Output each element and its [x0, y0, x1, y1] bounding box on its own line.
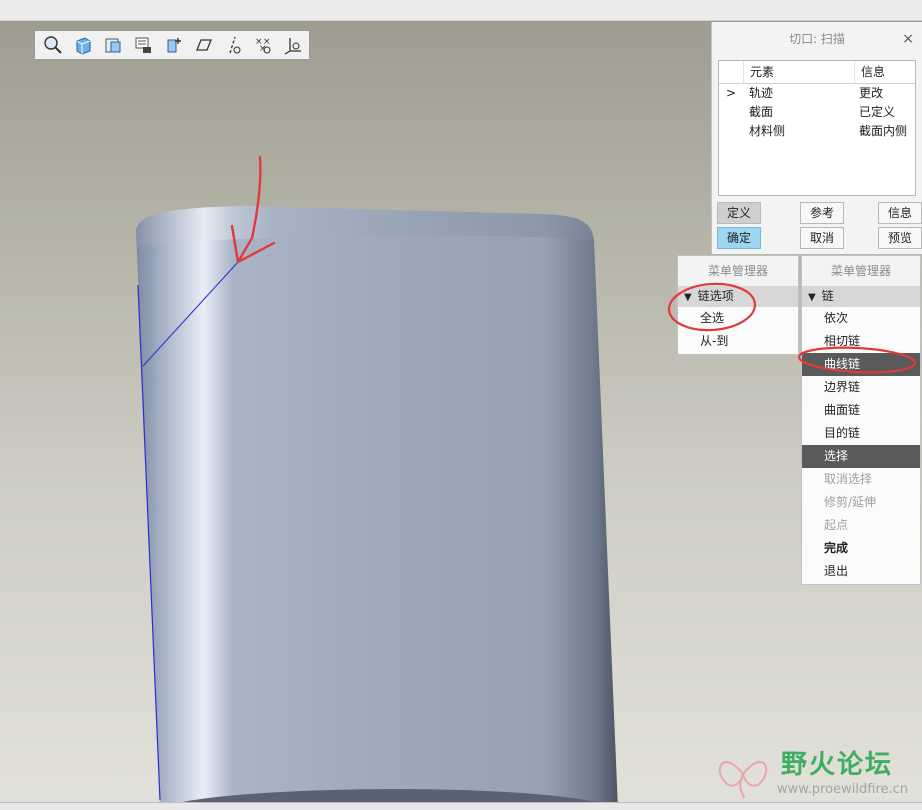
triangle-down-icon: ▼ — [684, 292, 692, 303]
current-row-marker: > — [725, 86, 737, 100]
element-name: 材料侧 — [749, 124, 786, 138]
element-name: 截面 — [749, 105, 774, 119]
menu-item-tangent-chain[interactable]: 相切链 — [802, 330, 920, 353]
ok-button[interactable]: 确定 — [717, 227, 761, 249]
element-table: 元素 信息 > 轨迹 更改 截面 已定义 材料侧 截面内侧 — [718, 60, 916, 196]
watermark-site-name: 野火论坛 — [781, 750, 894, 780]
datum-point-icon[interactable] — [159, 33, 187, 57]
element-info: 已定义 — [859, 105, 896, 119]
marker-column-header — [719, 61, 744, 83]
menu-header-label: 链 — [821, 289, 834, 303]
menu-item-boundary-chain[interactable]: 边界链 — [802, 376, 920, 399]
menu-item-intent-chain[interactable]: 目的链 — [802, 422, 920, 445]
table-header: 元素 信息 — [719, 61, 915, 84]
menu-title: 菜单管理器 — [678, 256, 798, 286]
chain-options-menu: 菜单管理器 ▼ 链选项 全选 从-到 — [677, 255, 799, 355]
menu-item-done[interactable]: 完成 — [802, 537, 920, 560]
csys-icon[interactable] — [279, 33, 307, 57]
preview-button[interactable]: 预览 — [878, 227, 922, 249]
triangle-down-icon: ▼ — [808, 292, 816, 303]
menu-item-from-to[interactable]: 从-到 — [678, 330, 798, 353]
view-toolbar: × × × — [34, 30, 310, 60]
plane-icon[interactable] — [189, 33, 217, 57]
sweep-cut-dialog: 切口: 扫描 × 元素 信息 > 轨迹 更改 截面 已定义 材料侧 截面内侧 定… — [711, 22, 922, 254]
define-button[interactable]: 定义 — [717, 202, 761, 224]
menu-item-select-all[interactable]: 全选 — [678, 307, 798, 330]
close-icon[interactable]: × — [902, 22, 914, 56]
axis-icon[interactable] — [219, 33, 247, 57]
element-name: 轨迹 — [749, 86, 774, 100]
chain-menu: 菜单管理器 ▼ 链 依次 相切链 曲线链 边界链 曲面链 目的链 选择 取消选择 … — [801, 255, 921, 585]
dialog-title: 切口: 扫描 × — [712, 22, 922, 56]
saved-view-icon[interactable] — [99, 33, 127, 57]
points-icon[interactable]: × × × — [249, 33, 277, 57]
info-button[interactable]: 信息 — [878, 202, 922, 224]
butterfly-logo-icon — [718, 761, 768, 799]
table-row[interactable]: 材料侧 截面内侧 — [719, 122, 915, 141]
layers-icon[interactable] — [129, 33, 157, 57]
element-info: 截面内侧 — [859, 124, 908, 138]
watermark-url: www.proewildfire.cn — [777, 782, 908, 797]
menu-item-quit[interactable]: 退出 — [802, 560, 920, 583]
info-column-header: 信息 — [861, 65, 886, 79]
cancel-button[interactable]: 取消 — [800, 227, 844, 249]
model-body-surface — [136, 206, 618, 809]
current-row-marker — [719, 103, 743, 122]
element-column-header: 元素 — [744, 61, 855, 83]
watermark: 野火论坛 www.proewildfire.cn — [711, 742, 919, 802]
menu-header-chain-options[interactable]: ▼ 链选项 — [678, 286, 798, 307]
menu-item-unselect: 取消选择 — [824, 472, 873, 486]
menu-title: 菜单管理器 — [802, 256, 920, 286]
menu-item-trim-extend: 修剪/延伸 — [824, 495, 877, 509]
menu-item-curve-chain[interactable]: 曲线链 — [802, 353, 920, 376]
table-row[interactable]: 截面 已定义 — [719, 103, 915, 122]
element-info: 更改 — [859, 86, 884, 100]
menu-item-select[interactable]: 选择 — [802, 445, 920, 468]
solid-view-icon[interactable] — [69, 33, 97, 57]
menu-header-label: 链选项 — [697, 289, 734, 303]
title-bar — [0, 0, 922, 21]
menu-item-one-by-one[interactable]: 依次 — [802, 307, 920, 330]
table-row[interactable]: > 轨迹 更改 — [719, 84, 915, 103]
refs-button[interactable]: 参考 — [800, 202, 844, 224]
dialog-title-text: 切口: 扫描 — [789, 32, 845, 46]
current-row-marker — [719, 122, 743, 141]
menu-item-surface-chain[interactable]: 曲面链 — [802, 399, 920, 422]
menu-header-chain[interactable]: ▼ 链 — [802, 286, 920, 307]
zoom-icon[interactable] — [39, 33, 67, 57]
menu-item-start-point: 起点 — [824, 518, 849, 532]
